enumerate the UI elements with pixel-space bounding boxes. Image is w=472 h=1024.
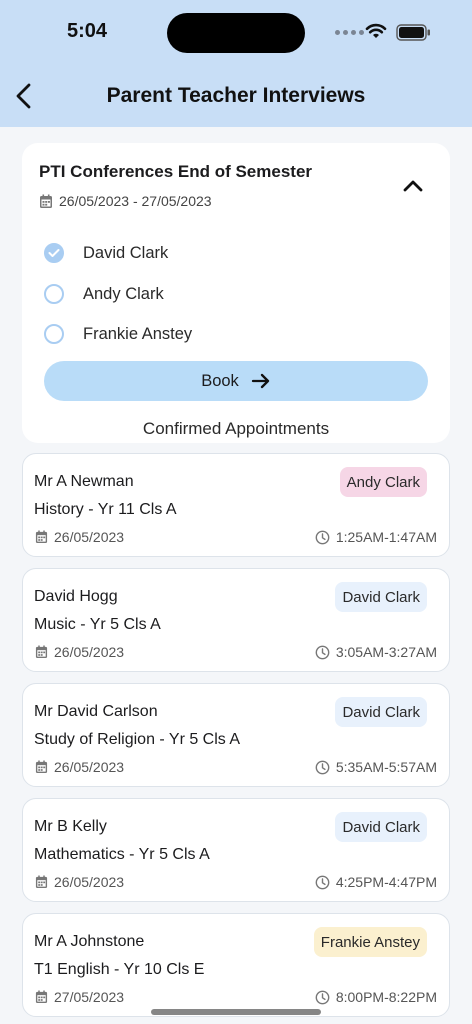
child-badge: David Clark [335,582,427,612]
appointment-time: 5:35AM-5:57AM [315,759,437,775]
cellular-signal-icon [335,30,364,35]
calendar-icon [35,990,48,1004]
child-option-label: Frankie Anstey [83,324,193,343]
child-badge: David Clark [335,812,427,842]
appointment-card[interactable]: David Hogg Music - Yr 5 Cls A David Clar… [22,568,450,672]
appointment-subject: History - Yr 11 Cls A [34,501,177,518]
event-date-range: 26/05/2023 - 27/05/2023 [39,193,212,209]
appointment-date: 26/05/2023 [35,874,124,890]
appointment-date-text: 27/05/2023 [54,989,125,1005]
child-option-label: Andy Clark [83,284,164,303]
clock-icon [315,875,330,889]
event-card: PTI Conferences End of Semester 26/05/20… [22,143,450,443]
appointment-teacher: Mr A Johnstone [34,933,145,950]
appointment-subject: Music - Yr 5 Cls A [34,616,161,633]
appointment-card[interactable]: Mr A Johnstone T1 English - Yr 10 Cls E … [22,913,450,1017]
radio-unchecked-icon[interactable] [44,284,64,304]
child-option-label: David Clark [83,243,169,262]
appointment-time-text: 8:00PM-8:22PM [335,989,437,1005]
home-indicator[interactable] [151,1009,321,1015]
appointment-subject: T1 English - Yr 10 Cls E [34,961,205,978]
appointment-date-text: 26/05/2023 [54,644,125,660]
appointment-date: 26/05/2023 [35,759,124,775]
child-option-david-clark[interactable]: David Clark [44,243,168,263]
calendar-icon [35,760,48,774]
appointment-time: 4:25PM-4:47PM [315,874,437,890]
child-badge: David Clark [335,697,427,727]
wifi-icon [365,23,387,38]
child-badge: Frankie Anstey [313,927,427,957]
appointment-card[interactable]: Mr David Carlson Study of Religion - Yr … [22,683,450,787]
status-time: 5:04 [67,20,108,42]
clock-icon [315,645,330,659]
appointment-date-text: 26/05/2023 [54,529,125,545]
appointment-teacher: David Hogg [34,588,118,605]
appointment-time-text: 3:05AM-3:27AM [335,644,437,660]
appointment-date: 26/05/2023 [35,644,124,660]
page-title: Parent Teacher Interviews [106,84,366,107]
appointment-date-text: 26/05/2023 [54,759,125,775]
appointment-time-text: 1:25AM-1:47AM [335,529,437,545]
arrow-right-icon [251,373,269,389]
clock-icon [315,530,330,544]
radio-checked-icon[interactable] [44,243,64,263]
radio-unchecked-icon[interactable] [44,324,64,344]
appointment-subject: Mathematics - Yr 5 Cls A [34,846,210,863]
calendar-icon [35,645,48,659]
battery-icon [396,24,430,41]
calendar-icon [35,875,48,889]
dynamic-island [167,13,305,53]
app-header: 5:04 Parent Teacher Interviews [0,0,472,127]
appointment-card[interactable]: Mr A Newman History - Yr 11 Cls A Andy C… [22,453,450,557]
appointment-subject: Study of Religion - Yr 5 Cls A [34,731,241,748]
appointment-time-text: 5:35AM-5:57AM [335,759,437,775]
chevron-up-icon[interactable] [400,177,426,195]
appointment-date: 27/05/2023 [35,989,124,1005]
child-option-frankie-anstey[interactable]: Frankie Anstey [44,324,192,344]
appointment-date-text: 26/05/2023 [54,874,125,890]
calendar-icon [35,530,48,544]
book-button[interactable]: Book [44,361,428,401]
appointment-teacher: Mr David Carlson [34,703,158,720]
event-date-range-text: 26/05/2023 - 27/05/2023 [59,193,212,209]
appointment-time: 1:25AM-1:47AM [315,529,437,545]
child-badge: Andy Clark [339,467,427,497]
appointment-card[interactable]: Mr B Kelly Mathematics - Yr 5 Cls A Davi… [22,798,450,902]
clock-icon [315,990,330,1004]
calendar-icon [40,194,52,208]
appointment-teacher: Mr B Kelly [34,818,107,835]
book-button-label: Book [201,371,239,390]
clock-icon [315,760,330,774]
appointment-time: 3:05AM-3:27AM [315,644,437,660]
event-title: PTI Conferences End of Semester [39,162,313,181]
child-option-andy-clark[interactable]: Andy Clark [44,284,164,304]
appointment-date: 26/05/2023 [35,529,124,545]
appointment-time-text: 4:25PM-4:47PM [335,874,437,890]
appointment-teacher: Mr A Newman [34,473,134,490]
appointment-time: 8:00PM-8:22PM [315,989,437,1005]
confirmed-appointments-heading: Confirmed Appointments [142,419,330,438]
